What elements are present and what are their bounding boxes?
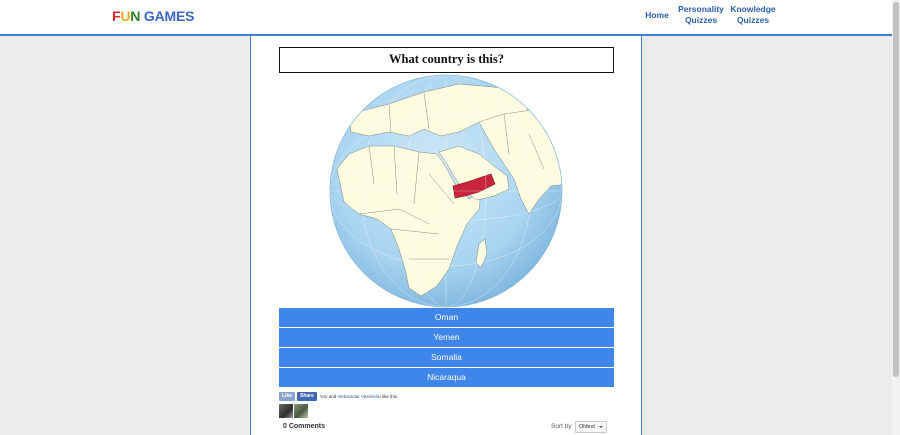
comments-count: 0 Comments [283, 423, 326, 430]
answer-button-yemen[interactable]: Yemen [279, 328, 614, 347]
quiz-question: What country is this? [279, 47, 614, 73]
answer-list: Oman Yemen Somalia Nicaraqua [279, 308, 614, 388]
facebook-social-bar: Like Share You and Aleksandar Vasilevski… [279, 391, 398, 401]
nav-knowledge-quizzes-link[interactable]: Knowledge Quizzes [730, 4, 776, 26]
chevron-down-icon [599, 426, 603, 428]
friend-link[interactable]: Aleksandar Vasilevski [337, 394, 380, 399]
sort-select[interactable]: Oldest [575, 421, 607, 433]
scrollbar-thumb[interactable] [893, 2, 899, 377]
nav-personality-quizzes-link[interactable]: Personality Quizzes [677, 4, 725, 26]
sort-label: Sort by [551, 423, 572, 430]
fb-share-button[interactable]: Share [297, 391, 317, 401]
avatar[interactable] [294, 404, 308, 418]
answer-button-nicaraqua[interactable]: Nicaraqua [279, 368, 614, 387]
social-text: You and Aleksandar Vasilevski like this. [319, 393, 399, 399]
friend-avatars [279, 404, 309, 418]
nav-home-link[interactable]: Home [643, 10, 671, 21]
answer-button-oman[interactable]: Oman [279, 308, 614, 327]
quiz-panel: What country is this? Oman Yemen Somalia… [250, 36, 642, 435]
globe-map-image [329, 74, 563, 308]
answer-button-somalia[interactable]: Somalia [279, 348, 614, 367]
avatar[interactable] [279, 404, 293, 418]
fb-like-button[interactable]: Like [279, 391, 296, 401]
page-scrollbar[interactable] [892, 0, 900, 435]
site-header: FUN GAMES Home Personality Quizzes Knowl… [0, 0, 892, 36]
site-logo[interactable]: FUN GAMES [112, 8, 194, 24]
